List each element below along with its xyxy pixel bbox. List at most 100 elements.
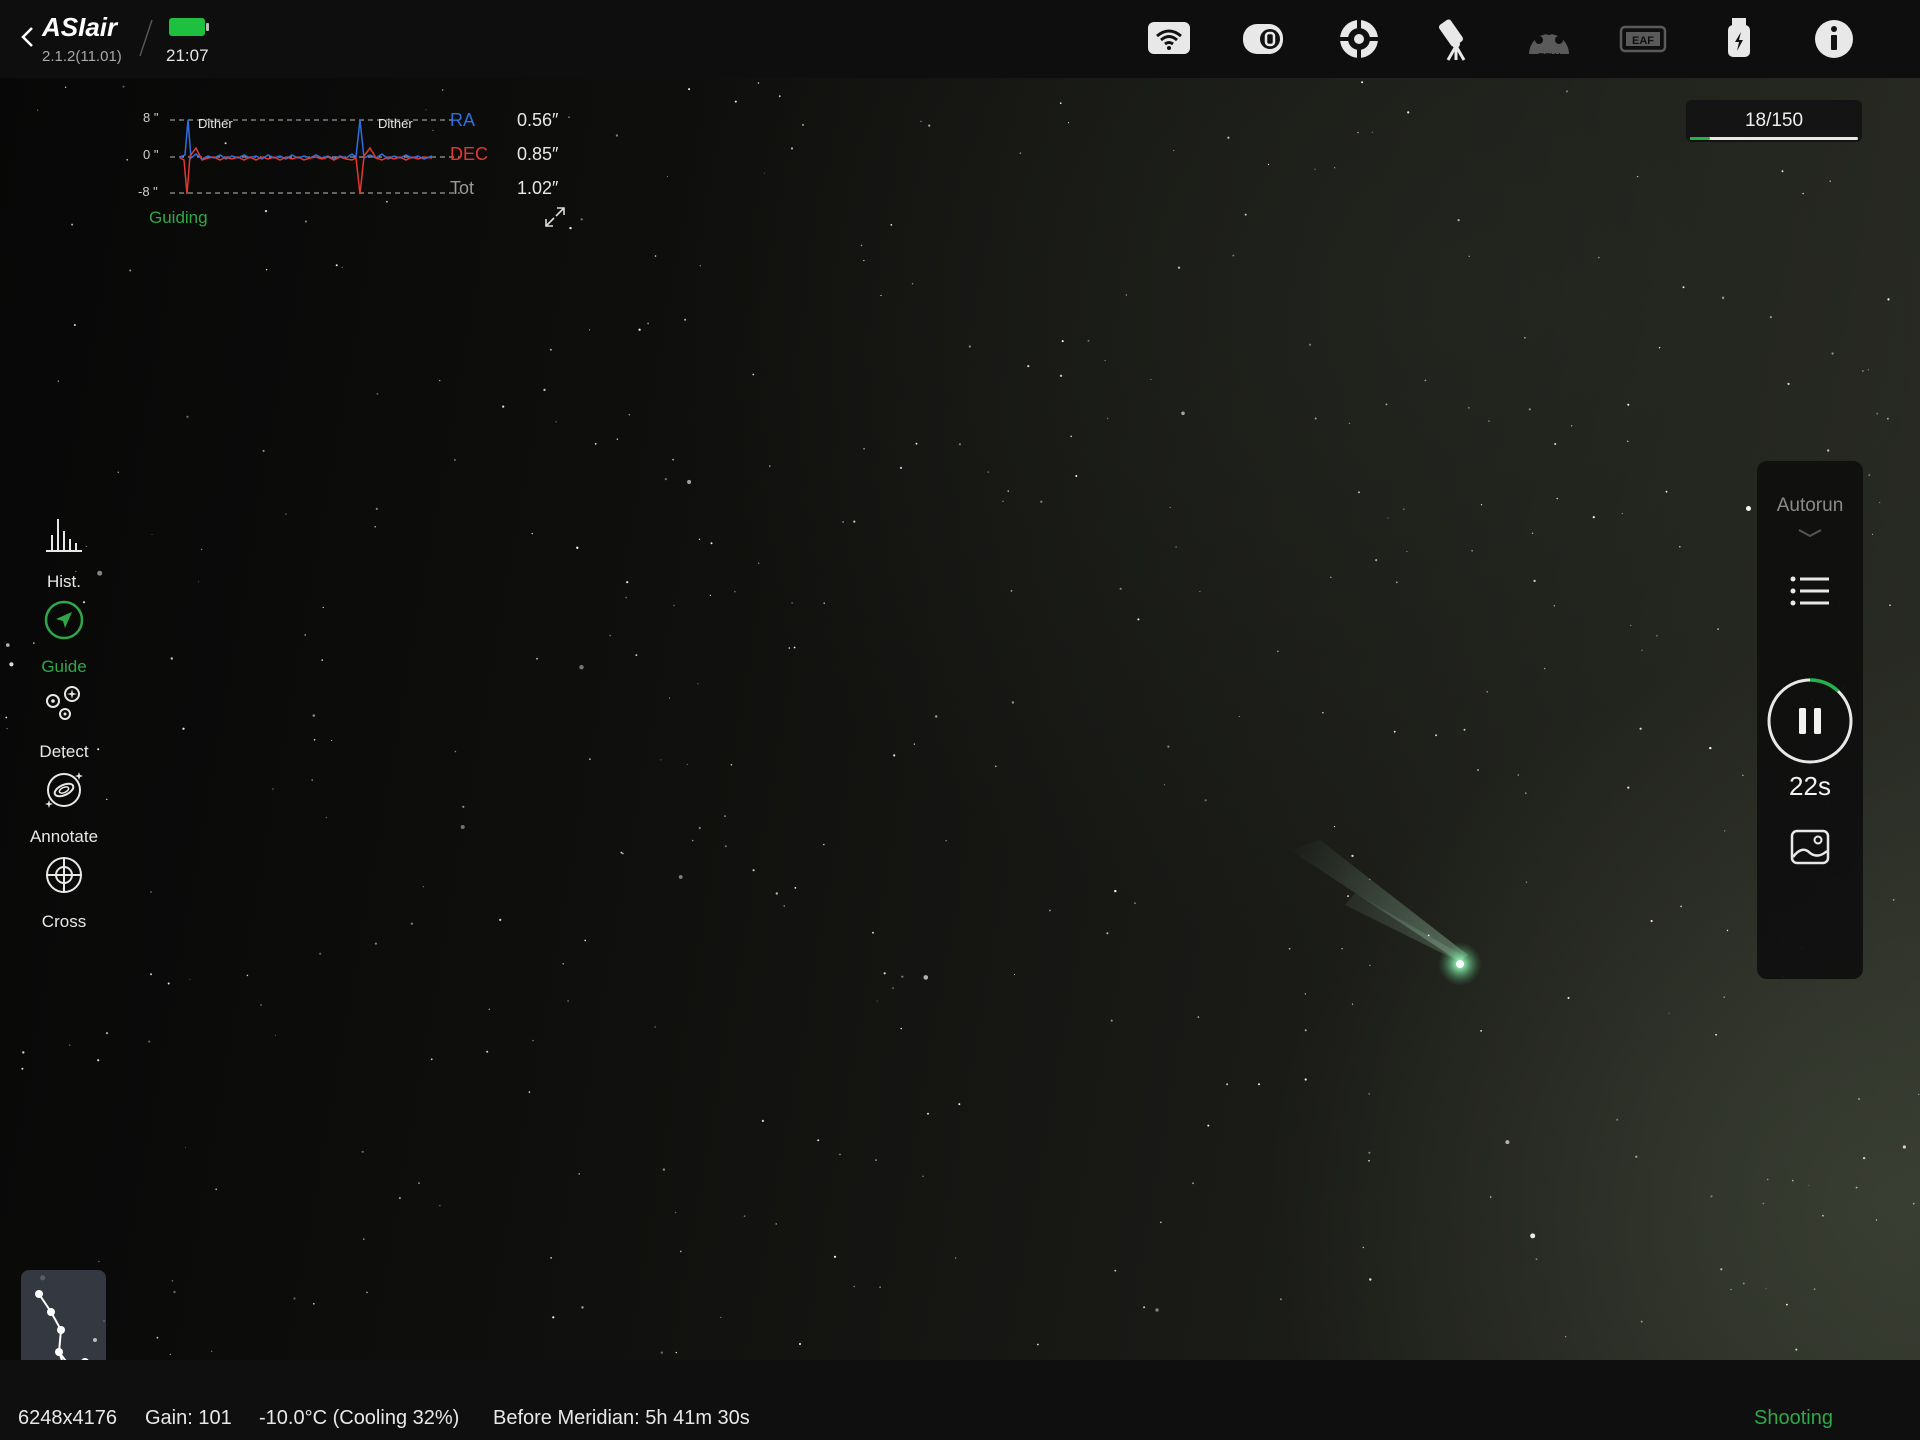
star [275, 1034, 276, 1036]
star [1314, 168, 1316, 170]
star [1517, 774, 1520, 776]
star [1232, 254, 1235, 257]
star [1709, 746, 1712, 750]
star [488, 1008, 490, 1010]
star [987, 471, 989, 473]
star [185, 1147, 186, 1148]
tool-cross[interactable]: Cross [0, 855, 128, 935]
star [361, 1150, 364, 1153]
star [1668, 1012, 1670, 1014]
info-icon[interactable] [1809, 14, 1859, 64]
star [148, 1040, 151, 1043]
star [839, 1153, 841, 1156]
star [1831, 352, 1834, 355]
star [262, 449, 265, 452]
star [260, 1004, 262, 1006]
star [552, 1316, 555, 1319]
expand-icon[interactable] [544, 206, 566, 228]
star [1679, 545, 1681, 548]
tool-histogram[interactable]: Hist. [0, 515, 128, 595]
star [1395, 581, 1398, 584]
star [1197, 1016, 1200, 1018]
star [1463, 728, 1466, 731]
star [1813, 1288, 1816, 1291]
star [1160, 1221, 1162, 1224]
star [893, 754, 896, 757]
star [567, 1000, 569, 1002]
star [1155, 1308, 1159, 1312]
star [616, 438, 619, 441]
image-preview-icon[interactable] [1790, 829, 1830, 865]
star [1322, 712, 1324, 714]
tool-annotate[interactable]: Annotate [0, 770, 128, 850]
pause-button[interactable] [1766, 677, 1854, 765]
star [901, 975, 904, 978]
star [1786, 1303, 1788, 1306]
star [724, 815, 726, 817]
star [1762, 1202, 1765, 1205]
star [331, 740, 333, 741]
star [1177, 266, 1181, 269]
star [562, 963, 564, 965]
star [313, 739, 316, 741]
filter-wheel-icon[interactable]: EFW [1524, 14, 1574, 64]
tot-label: Tot [450, 178, 475, 198]
shooting-status: Shooting [1754, 1407, 1833, 1429]
star [374, 525, 377, 528]
star [312, 714, 315, 717]
star [673, 604, 675, 607]
star [1710, 1195, 1713, 1198]
focuser-icon[interactable]: EAF [1618, 14, 1668, 64]
usb-storage-icon[interactable] [1714, 14, 1764, 64]
telescope-mount-icon[interactable] [1430, 14, 1480, 64]
star [635, 654, 638, 657]
star [376, 393, 379, 395]
star [794, 887, 797, 889]
star [1867, 369, 1870, 371]
star [1368, 1159, 1370, 1162]
star [1175, 546, 1177, 548]
star [182, 727, 185, 730]
list-icon[interactable] [1789, 573, 1831, 609]
star [97, 1059, 100, 1062]
camera-icon[interactable] [1238, 14, 1288, 64]
star [1524, 336, 1526, 339]
star [647, 322, 649, 325]
star [1641, 649, 1643, 651]
star [246, 974, 249, 977]
star [531, 532, 533, 535]
star [105, 1032, 109, 1035]
star [1656, 635, 1658, 637]
star [1110, 1019, 1113, 1022]
gain: Gain: 101 [145, 1407, 232, 1429]
wifi-icon[interactable] [1144, 14, 1194, 64]
star [122, 85, 125, 88]
star [1227, 136, 1230, 139]
guide-scope-icon[interactable] [1334, 14, 1384, 64]
back-chevron-icon[interactable] [18, 24, 38, 50]
tool-guide[interactable]: Guide [0, 600, 128, 680]
star [1682, 286, 1685, 289]
autorun-label[interactable]: Autorun [1757, 495, 1863, 517]
star [1362, 1246, 1365, 1249]
chevron-down-icon[interactable] [1797, 527, 1823, 539]
star [439, 380, 441, 382]
star [1769, 316, 1772, 319]
tool-label: Annotate [29, 827, 99, 846]
tick-label: 0 " [143, 147, 159, 162]
star [272, 788, 274, 790]
star [1822, 1214, 1824, 1217]
tool-detect[interactable]: Detect [0, 685, 128, 765]
star [1351, 854, 1354, 858]
star [71, 223, 74, 226]
star [69, 1044, 71, 1046]
app-logo: ASIair [42, 12, 118, 42]
sequence-progress[interactable]: 18/150 [1686, 100, 1862, 142]
star [150, 891, 152, 893]
guide-graph-panel[interactable]: 8 " 0 " -8 " Dither Dither RA 0.56″ DEC … [130, 100, 570, 235]
star [691, 839, 694, 842]
star [1002, 500, 1004, 502]
star [1314, 417, 1317, 420]
star [1598, 256, 1600, 259]
star [589, 758, 591, 761]
